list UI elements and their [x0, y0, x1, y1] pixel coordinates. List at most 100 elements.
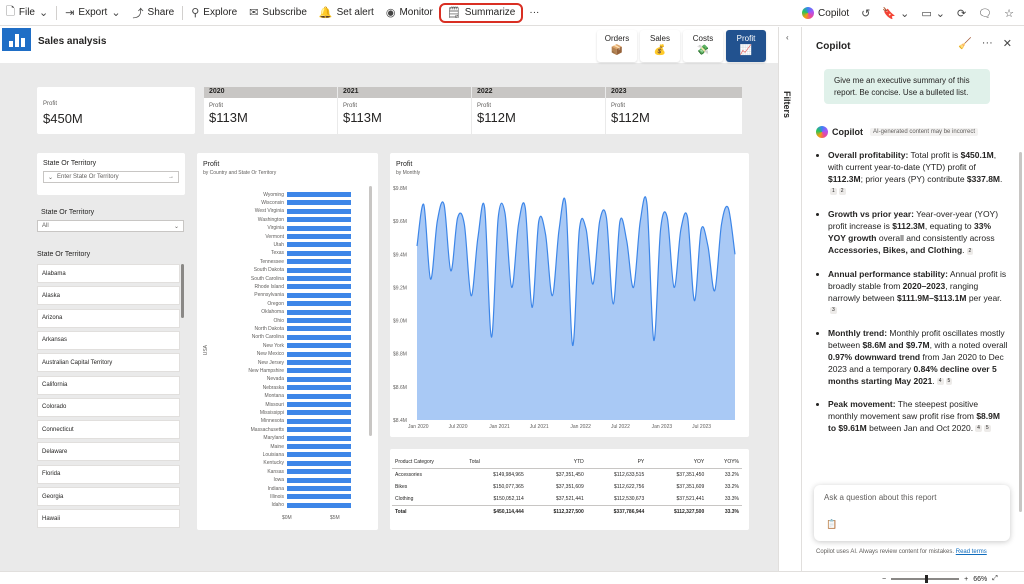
profit-kpi-card: Profit $450M [37, 87, 195, 134]
refresh-button[interactable]: ⟳ [953, 2, 970, 24]
state-list-item[interactable]: Hawaii [37, 509, 180, 529]
bookmark-button[interactable]: 🔖 ⌄ [878, 2, 913, 24]
file-menu[interactable]: 🗋 File ⌄ [0, 2, 54, 24]
zoom-slider[interactable] [891, 575, 960, 583]
bar[interactable] [287, 259, 352, 265]
report-logo-icon [2, 28, 31, 51]
bar[interactable] [287, 410, 352, 416]
bar[interactable] [287, 368, 352, 374]
zoom-in-icon[interactable]: + [964, 576, 968, 583]
comment-button[interactable]: 🗨 [974, 2, 996, 24]
nav-costs-button[interactable]: Costs 💸 [683, 30, 723, 62]
bar[interactable] [287, 418, 352, 424]
y-tick-label: $9.2M [393, 285, 407, 291]
summarize-button[interactable]: 🗒 Summarize [438, 2, 524, 23]
favorite-button[interactable]: ☆ [1000, 2, 1018, 24]
bar[interactable] [287, 326, 352, 332]
bar[interactable] [287, 284, 352, 290]
attach-icon[interactable]: 📋 [826, 519, 837, 530]
bar[interactable] [287, 444, 352, 449]
bar[interactable] [287, 192, 352, 197]
bar[interactable] [287, 200, 352, 206]
state-search-slicer: State Or Territory ⌄ Enter State Or Terr… [37, 153, 185, 195]
explore-button[interactable]: ⚲ Explore [185, 2, 243, 24]
collapse-arrow-icon[interactable]: ‹ [786, 33, 789, 42]
export-icon: ⇥ [65, 7, 75, 19]
state-list-item[interactable]: Arkansas [37, 330, 180, 350]
nav-sales-button[interactable]: Sales 💰 [640, 30, 680, 62]
state-search-input[interactable]: ⌄ Enter State Or Territory → [43, 171, 179, 183]
bar-row: Utah [201, 241, 352, 248]
read-terms-link[interactable]: Read terms [956, 549, 987, 555]
close-icon[interactable]: ✕ [1003, 37, 1012, 50]
zoom-out-icon[interactable]: − [882, 576, 886, 583]
view-button[interactable]: ▭ ⌄ [917, 2, 949, 24]
year-card-2020: 2020 Profit $113M [204, 87, 337, 134]
subscribe-button[interactable]: ✉ Subscribe [243, 2, 313, 24]
bar[interactable] [287, 276, 352, 281]
state-list-item[interactable]: Connecticut [37, 420, 180, 440]
state-list-item[interactable]: Colorado [37, 397, 180, 417]
export-menu[interactable]: ⇥ Export ⌄ [59, 2, 126, 24]
bar[interactable] [287, 452, 352, 458]
nav-orders-button[interactable]: Orders 📦 [597, 30, 637, 62]
bar[interactable] [287, 477, 352, 483]
bar[interactable] [287, 343, 352, 349]
bar[interactable] [287, 494, 352, 500]
copilot-question-input[interactable]: Ask a question about this report 📋 [814, 485, 1010, 541]
bar[interactable] [287, 351, 352, 357]
bar[interactable] [287, 435, 352, 441]
zoom-control: − + 66% ⤢ [882, 575, 998, 583]
reset-button[interactable]: ↺ [857, 2, 874, 24]
bar[interactable] [287, 460, 352, 466]
state-dropdown[interactable]: All ⌄ [37, 220, 184, 232]
bar[interactable] [287, 427, 352, 433]
bar-row: Tennessee [201, 258, 352, 265]
bar-label: Nebraska [262, 384, 284, 391]
bar[interactable] [287, 334, 352, 340]
fit-page-icon[interactable]: ⤢ [992, 575, 998, 583]
share-button[interactable]: ⤴ Share [127, 2, 181, 24]
state-list-item[interactable]: Alabama [37, 264, 180, 283]
filters-pane[interactable]: ‹ Filters [778, 27, 800, 584]
bar[interactable] [287, 208, 352, 214]
bar-row: Nevada [201, 376, 352, 383]
bar[interactable] [287, 267, 352, 273]
bar-chart-scrollbar[interactable] [369, 186, 372, 436]
nav-profit-button[interactable]: Profit 📈 [726, 30, 766, 62]
bar[interactable] [287, 469, 352, 475]
bar[interactable] [287, 486, 352, 491]
bar[interactable] [287, 234, 352, 239]
set-alert-button[interactable]: 🔔 Set alert [313, 2, 380, 24]
bar[interactable] [287, 402, 352, 407]
broom-icon[interactable]: 🧹 [958, 37, 972, 50]
copilot-button[interactable]: Copilot [798, 2, 853, 24]
state-list-item[interactable]: Florida [37, 464, 180, 484]
bar[interactable] [287, 393, 352, 399]
bar[interactable] [287, 225, 352, 231]
state-list-item[interactable]: Australian Capital Territory [37, 353, 180, 373]
bar[interactable] [287, 360, 352, 365]
bar[interactable] [287, 242, 352, 248]
copilot-scrollbar[interactable] [1019, 152, 1022, 512]
state-list-item[interactable]: Alaska [37, 286, 180, 306]
bar[interactable] [287, 301, 352, 307]
more-icon[interactable]: ··· [982, 37, 993, 50]
bar[interactable] [287, 309, 352, 315]
state-list-scrollbar[interactable] [181, 264, 184, 318]
more-options-button[interactable]: ··· [523, 2, 545, 24]
state-list-item[interactable]: California [37, 375, 180, 395]
state-list-item[interactable]: Georgia [37, 487, 180, 506]
zoom-thumb[interactable] [925, 575, 929, 583]
state-list-item[interactable]: Arizona [37, 308, 180, 328]
bar[interactable] [287, 292, 352, 298]
bar[interactable] [287, 385, 352, 391]
bar[interactable] [287, 250, 352, 256]
bar-label: Kansas [267, 468, 284, 475]
monitor-button[interactable]: ◉ Monitor [380, 2, 439, 24]
bar[interactable] [287, 376, 352, 382]
bar[interactable] [287, 217, 352, 223]
bar[interactable] [287, 318, 352, 323]
bar[interactable] [287, 502, 352, 508]
state-list-item[interactable]: Delaware [37, 442, 180, 462]
